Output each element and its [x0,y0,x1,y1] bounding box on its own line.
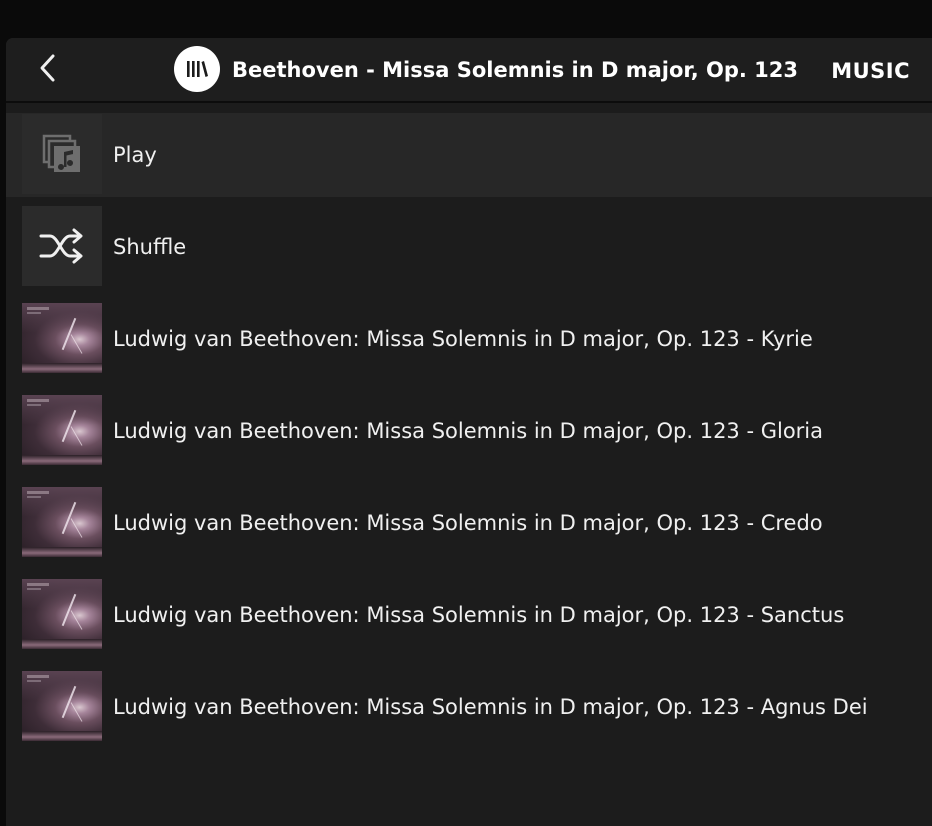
page-title: Beethoven - Missa Solemnis in D major, O… [232,58,798,82]
track-item-agnus-dei[interactable]: Ludwig van Beethoven: Missa Solemnis in … [6,670,932,754]
back-button[interactable] [30,50,66,86]
track-title: Ludwig van Beethoven: Missa Solemnis in … [113,603,845,627]
album-art [22,487,102,557]
track-item-gloria[interactable]: Ludwig van Beethoven: Missa Solemnis in … [6,394,932,478]
play-button[interactable]: Play [6,113,932,197]
album-art [22,395,102,465]
track-item-sanctus[interactable]: Ludwig van Beethoven: Missa Solemnis in … [6,578,932,662]
track-title: Ludwig van Beethoven: Missa Solemnis in … [113,327,813,351]
music-app-window: Beethoven - Missa Solemnis in D major, O… [6,38,932,826]
track-title: Ludwig van Beethoven: Missa Solemnis in … [113,695,868,719]
shuffle-button[interactable]: Shuffle [6,205,932,289]
album-art [22,579,102,649]
track-title: Ludwig van Beethoven: Missa Solemnis in … [113,511,823,535]
album-art [22,671,102,741]
library-icon [174,46,220,92]
track-item-credo[interactable]: Ludwig van Beethoven: Missa Solemnis in … [6,486,932,570]
album-art [22,303,102,373]
track-title: Ludwig van Beethoven: Missa Solemnis in … [113,419,824,443]
header-bar: Beethoven - Missa Solemnis in D major, O… [6,38,932,103]
chevron-left-icon [40,54,55,82]
music-section-link[interactable]: MUSIC [831,55,910,87]
shuffle-icon [22,206,102,286]
track-item-kyrie[interactable]: Ludwig van Beethoven: Missa Solemnis in … [6,302,932,386]
shuffle-label: Shuffle [113,235,187,259]
play-label: Play [113,143,157,167]
music-library-icon [22,114,102,194]
